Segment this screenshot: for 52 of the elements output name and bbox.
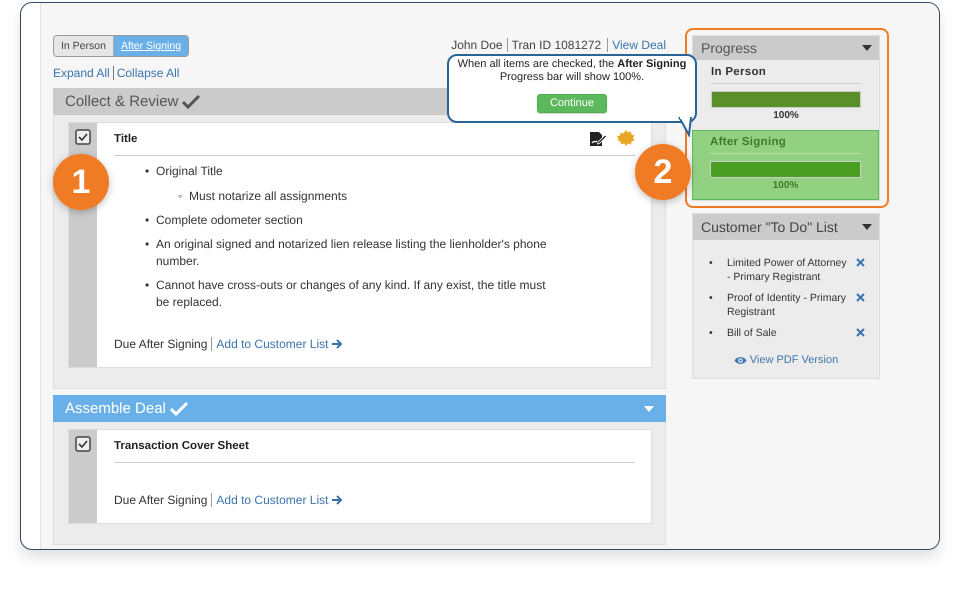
close-icon[interactable] [856, 258, 865, 267]
list-marker: • [145, 212, 150, 229]
progress-label: After Signing [710, 136, 861, 154]
checkbox[interactable] [75, 436, 91, 452]
eye-icon [734, 356, 747, 364]
list-marker: • [145, 236, 150, 253]
caret-icon[interactable] [862, 45, 872, 51]
close-icon[interactable] [856, 328, 865, 337]
item-title: Transaction Cover Sheet [114, 440, 249, 452]
add-to-list-link[interactable]: Add to Customer List [211, 493, 344, 507]
continue-button[interactable]: Continue [536, 94, 608, 113]
progress-group[interactable]: In Person 100% [693, 60, 879, 130]
list-marker: • [709, 291, 714, 305]
toggle-link[interactable]: Collapse All [112, 66, 180, 80]
arrow-icon [332, 339, 344, 349]
panel-title: Customer "To Do" List [701, 219, 838, 235]
list-text: Complete odometer section [156, 212, 303, 229]
close-icon[interactable] [856, 293, 865, 302]
panel-title: Progress [701, 40, 758, 56]
todo-item: Proof of Identity - Primary Registrant [727, 291, 848, 319]
transaction-id: Tran ID 1081272 [506, 38, 602, 52]
list-marker: • [709, 256, 714, 270]
due-label: Due After Signing [114, 337, 208, 351]
caret-icon[interactable] [862, 224, 872, 230]
list-marker: • [709, 326, 714, 340]
list-marker: • [145, 163, 150, 180]
view-deal-link[interactable]: View Deal [607, 38, 666, 52]
add-to-list-link[interactable]: Add to Customer List [211, 337, 344, 351]
list-text: Cannot have cross-outs or changes of any kind. If any exist, the title must be replaced. [156, 277, 547, 311]
item-title: Title [114, 133, 138, 145]
edit-document-icon[interactable] [589, 131, 607, 147]
toggle-option[interactable]: After Signing [112, 36, 188, 56]
list-text: Must notarize all assignments [189, 188, 348, 205]
view-pdf-link[interactable]: View PDF Version [693, 354, 879, 366]
todo-item: Bill of Sale [727, 326, 778, 340]
progress-group-highlight[interactable]: After Signing 100% [692, 130, 879, 200]
toggle-option[interactable]: In Person [54, 36, 113, 56]
progress-reading: 100% [772, 110, 800, 121]
tooltip-text: When all items are checked, the After Signing Progress bar will show 100%. [456, 58, 688, 84]
checkbox[interactable] [75, 129, 91, 145]
list-text: An original signed and notarized lien release listing the lienholder's phone number. [156, 236, 548, 270]
list-text: Original Title [156, 163, 223, 180]
toggle-link[interactable]: Expand All [53, 66, 110, 80]
todo-item: Limited Power of Attorney - Primary Registrant [727, 256, 848, 284]
list-marker: ◦ [178, 188, 184, 205]
progress-label: In Person [711, 66, 861, 84]
due-label: Due After Signing [114, 493, 208, 507]
section-header[interactable]: Assemble Deal [53, 395, 666, 422]
list-marker: • [145, 277, 150, 294]
progress-reading: 100% [772, 180, 800, 191]
arrow-icon [332, 495, 344, 505]
customer-name: John Doe [451, 38, 503, 52]
